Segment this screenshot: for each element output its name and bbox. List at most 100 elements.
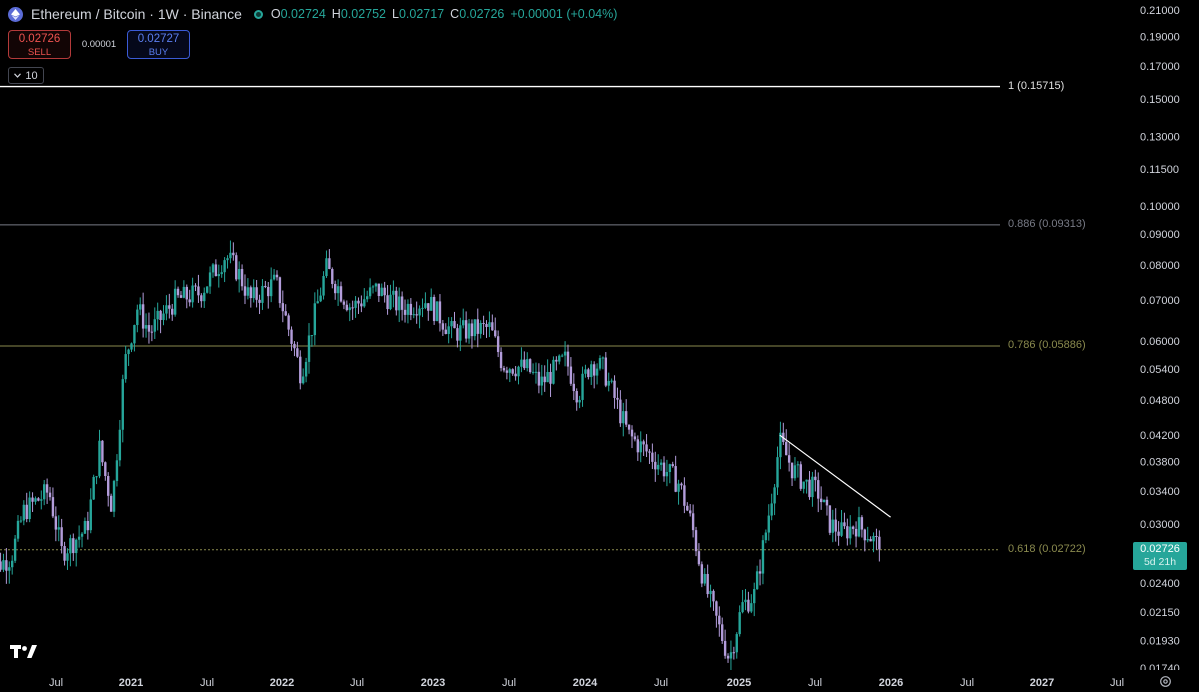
candle-body (328, 258, 331, 269)
candle-body (575, 391, 578, 403)
candle-body (136, 309, 139, 326)
candle-body (409, 303, 413, 316)
candle-body (566, 351, 570, 367)
candle-body (243, 286, 247, 296)
candle-body (656, 464, 660, 470)
fib-level-label: 0.886 (0.09313) (1008, 217, 1086, 230)
candle-body (686, 505, 689, 511)
candle-body (473, 319, 477, 337)
candle-body (854, 528, 858, 537)
candle-body (624, 411, 628, 425)
candle-body (613, 380, 616, 398)
candle-body (415, 314, 418, 316)
candle-body (200, 295, 203, 302)
candle-body (366, 296, 369, 300)
candle-body (13, 538, 17, 561)
candle-body (581, 373, 584, 400)
candle-body (592, 364, 596, 376)
candle-body (25, 504, 28, 520)
indicators-toggle[interactable]: 10 (8, 67, 44, 84)
candle-body (549, 371, 552, 384)
candle-body (223, 260, 226, 273)
candle-body (19, 520, 23, 522)
candle-body (16, 520, 20, 539)
candle-body (424, 303, 427, 308)
candle-body (168, 305, 171, 309)
candle-body (828, 505, 832, 533)
candle-body (162, 313, 165, 320)
candle-body (622, 411, 625, 424)
time-axis-label: Jul (350, 677, 364, 689)
candle-body (459, 325, 462, 341)
candle-body (851, 526, 855, 529)
candle-body (755, 571, 759, 590)
candle-body (616, 397, 619, 400)
candle-body (124, 354, 127, 380)
candle-body (51, 497, 55, 517)
candle-body (284, 311, 287, 316)
buy-button[interactable]: 0.02727 BUY (127, 30, 190, 59)
candle-body (814, 476, 817, 481)
candle-body (846, 526, 849, 539)
candle-body (208, 272, 212, 287)
candle-body (398, 296, 401, 311)
buy-price: 0.02727 (137, 33, 180, 45)
candle-body (837, 531, 840, 536)
candle-body (677, 483, 680, 492)
candle-body (863, 529, 866, 541)
candle-body (176, 288, 180, 296)
candle-body (188, 299, 191, 303)
candle-body (34, 498, 37, 502)
candle-body (747, 599, 750, 612)
tradingview-logo-icon[interactable] (10, 644, 38, 665)
price-axis-label: 0.02400 (1140, 578, 1180, 590)
candle-body (799, 464, 802, 489)
candle-body (182, 286, 186, 298)
candle-body (587, 369, 590, 378)
candle-body (447, 326, 450, 334)
candle-body (697, 551, 701, 565)
candle-body (764, 532, 768, 541)
time-axis-scale[interactable]: Jul 2021 Jul 2022 Jul 2023 Jul 2024 Jul 2025 Jul 20… (0, 670, 1199, 692)
candle-body (595, 368, 599, 376)
time-axis[interactable]: Jul 2021 Jul 2022 Jul 2023 Jul 2024 Jul 2025 Jul 20… (0, 670, 1199, 692)
candle-body (505, 370, 509, 373)
candle-body (718, 615, 721, 625)
candle-body (406, 303, 410, 315)
candle-body (316, 301, 319, 304)
price-axis-label: 0.10000 (1140, 201, 1180, 213)
price-axis-label: 0.07000 (1140, 295, 1180, 307)
symbol-title[interactable]: Ethereum / Bitcoin · 1W · Binance (31, 6, 242, 22)
candle-body (418, 308, 421, 316)
candle-body (255, 287, 258, 300)
candle-body (787, 455, 791, 463)
candle-body (875, 536, 878, 538)
candle-body (444, 329, 447, 334)
candle-body (668, 464, 672, 473)
candle-body (499, 352, 503, 369)
sell-button[interactable]: 0.02726 SELL (8, 30, 71, 59)
price-axis-label: 0.21000 (1140, 5, 1180, 17)
candle-body (310, 335, 314, 337)
candle-body (380, 287, 383, 297)
candle-body (77, 536, 81, 540)
price-axis-label: 0.09000 (1140, 229, 1180, 241)
candle-body (715, 601, 718, 616)
gear-icon[interactable] (1159, 675, 1172, 692)
candle-body (639, 441, 642, 453)
candle-body (374, 283, 378, 287)
chart-pane[interactable] (0, 0, 1000, 672)
candlestick-chart[interactable] (0, 0, 1000, 672)
market-status-icon[interactable] (253, 9, 263, 19)
candle-body (610, 380, 613, 382)
candle-body (185, 286, 188, 300)
candle-body (560, 355, 564, 357)
candle-body (648, 451, 651, 453)
candle-body (494, 330, 497, 337)
candle-body (627, 424, 631, 430)
candle-body (572, 383, 576, 392)
candle-body (604, 357, 608, 386)
symbol-header: Ethereum / Bitcoin · 1W · Binance O0.027… (8, 6, 617, 22)
candle-body (40, 499, 43, 501)
candle-body (2, 560, 5, 570)
